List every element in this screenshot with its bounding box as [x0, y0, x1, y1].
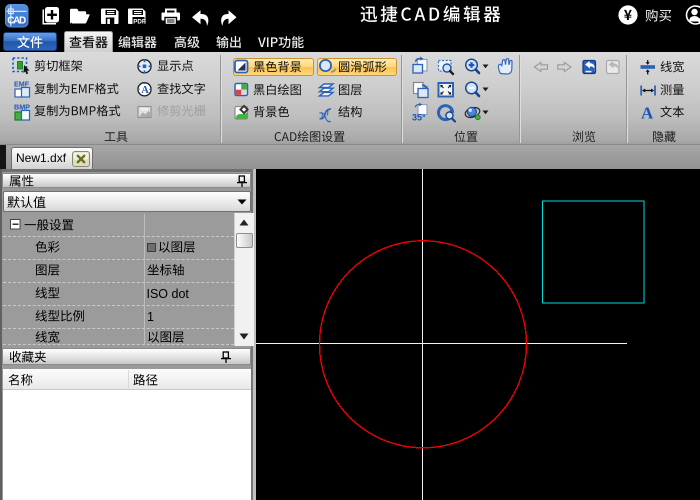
- svg-text:CAD: CAD: [7, 16, 26, 27]
- svg-text:A: A: [141, 85, 149, 96]
- svg-text:PDF: PDF: [133, 18, 146, 25]
- svg-text:A: A: [641, 104, 654, 123]
- svg-text:35°: 35°: [412, 113, 426, 123]
